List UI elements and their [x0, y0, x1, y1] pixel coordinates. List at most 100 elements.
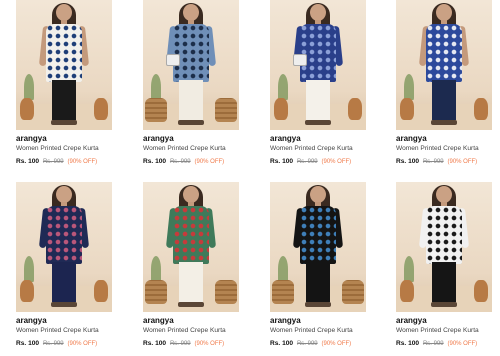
product-title[interactable]: Women Printed Crepe Kurta: [270, 145, 353, 152]
model-figure: [418, 3, 470, 128]
product-card[interactable]: arangya Women Printed Crepe Kurta Rs. 10…: [390, 0, 500, 176]
product-price: Rs. 100: [143, 158, 167, 165]
model-head: [183, 4, 199, 21]
kurta: [46, 206, 82, 264]
model-figure: [418, 185, 470, 310]
product-brand[interactable]: arangya: [143, 134, 174, 143]
basket-decor: [342, 280, 364, 304]
sandals: [51, 120, 77, 125]
product-price: Rs. 100: [270, 158, 294, 165]
basket-decor: [272, 280, 294, 304]
kurta: [426, 206, 462, 264]
pot-decor: [474, 280, 488, 302]
product-image[interactable]: [143, 0, 239, 130]
product-mrp: Rs. 999: [422, 159, 444, 165]
pants: [179, 262, 203, 302]
sandals: [178, 120, 204, 125]
kurta: [173, 24, 209, 82]
sandals: [305, 302, 331, 307]
model-head: [436, 4, 452, 21]
product-brand[interactable]: arangya: [270, 316, 301, 325]
product-image[interactable]: [16, 0, 112, 130]
pants: [52, 262, 76, 302]
model-head: [436, 186, 452, 203]
pot-decor: [94, 280, 108, 302]
basket-decor: [145, 280, 167, 304]
model-head: [310, 186, 326, 203]
product-title[interactable]: Women Printed Crepe Kurta: [396, 327, 479, 334]
kurta: [46, 24, 82, 82]
product-mrp: Rs. 999: [296, 159, 318, 165]
handbag: [293, 54, 307, 66]
product-price-row: Rs. 100 Rs. 999 (90% OFF): [270, 340, 351, 347]
product-card[interactable]: arangya Women Printed Crepe Kurta Rs. 10…: [390, 182, 500, 356]
product-image[interactable]: [270, 0, 366, 130]
product-image[interactable]: [270, 182, 366, 312]
product-card[interactable]: arangya Women Printed Crepe Kurta Rs. 10…: [264, 182, 376, 356]
product-mrp: Rs. 999: [42, 159, 64, 165]
product-price-row: Rs. 100 Rs. 999 (90% OFF): [16, 340, 97, 347]
product-price-row: Rs. 100 Rs. 999 (90% OFF): [396, 340, 477, 347]
pot-decor: [20, 98, 34, 120]
pants: [306, 80, 330, 120]
product-price: Rs. 100: [270, 340, 294, 347]
product-price-row: Rs. 100 Rs. 999 (90% OFF): [270, 158, 351, 165]
sandals: [178, 302, 204, 307]
product-brand[interactable]: arangya: [143, 316, 174, 325]
kurta: [300, 206, 336, 264]
product-grid: arangya Women Printed Crepe Kurta Rs. 10…: [0, 0, 500, 356]
pot-decor: [474, 98, 488, 120]
product-discount: (90% OFF): [321, 159, 352, 165]
model-figure: [292, 185, 344, 310]
kurta: [300, 24, 336, 82]
product-card[interactable]: arangya Women Printed Crepe Kurta Rs. 10…: [10, 0, 122, 176]
model-figure: [165, 185, 217, 310]
model-figure: [38, 185, 90, 310]
pants: [432, 80, 456, 120]
product-title[interactable]: Women Printed Crepe Kurta: [16, 327, 99, 334]
product-title[interactable]: Women Printed Crepe Kurta: [16, 145, 99, 152]
product-discount: (90% OFF): [67, 159, 98, 165]
product-price: Rs. 100: [16, 340, 40, 347]
pants: [52, 80, 76, 120]
product-image[interactable]: [396, 182, 492, 312]
pants: [432, 262, 456, 302]
product-price: Rs. 100: [396, 158, 420, 165]
product-price-row: Rs. 100 Rs. 999 (90% OFF): [143, 158, 224, 165]
product-card[interactable]: arangya Women Printed Crepe Kurta Rs. 10…: [137, 0, 249, 176]
product-title[interactable]: Women Printed Crepe Kurta: [143, 327, 226, 334]
product-brand[interactable]: arangya: [16, 316, 47, 325]
product-title[interactable]: Women Printed Crepe Kurta: [143, 145, 226, 152]
product-discount: (90% OFF): [194, 159, 225, 165]
product-discount: (90% OFF): [447, 159, 478, 165]
product-price: Rs. 100: [143, 340, 167, 347]
product-brand[interactable]: arangya: [396, 134, 427, 143]
product-brand[interactable]: arangya: [270, 134, 301, 143]
plant-decor: [151, 256, 161, 282]
product-price-row: Rs. 100 Rs. 999 (90% OFF): [396, 158, 477, 165]
product-card[interactable]: arangya Women Printed Crepe Kurta Rs. 10…: [264, 0, 376, 176]
product-discount: (90% OFF): [321, 341, 352, 347]
basket-decor: [215, 98, 237, 122]
product-mrp: Rs. 999: [296, 341, 318, 347]
product-title[interactable]: Women Printed Crepe Kurta: [270, 327, 353, 334]
pot-decor: [348, 98, 362, 120]
product-image[interactable]: [143, 182, 239, 312]
product-image[interactable]: [16, 182, 112, 312]
plant-decor: [24, 74, 34, 100]
product-brand[interactable]: arangya: [396, 316, 427, 325]
product-price: Rs. 100: [16, 158, 40, 165]
product-title[interactable]: Women Printed Crepe Kurta: [396, 145, 479, 152]
product-card[interactable]: arangya Women Printed Crepe Kurta Rs. 10…: [137, 182, 249, 356]
kurta: [426, 24, 462, 82]
product-brand[interactable]: arangya: [16, 134, 47, 143]
pot-decor: [94, 98, 108, 120]
product-card[interactable]: arangya Women Printed Crepe Kurta Rs. 10…: [10, 182, 122, 356]
product-image[interactable]: [396, 0, 492, 130]
model-figure: [38, 3, 90, 128]
handbag: [166, 54, 180, 66]
product-mrp: Rs. 999: [169, 159, 191, 165]
sandals: [305, 120, 331, 125]
sandals: [51, 302, 77, 307]
pot-decor: [20, 280, 34, 302]
